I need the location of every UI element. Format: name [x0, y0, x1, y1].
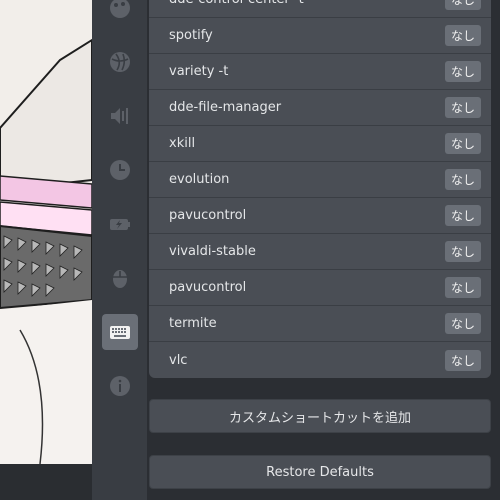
datetime-icon[interactable] [102, 152, 138, 188]
shortcut-row[interactable]: variety -t なし [149, 54, 491, 90]
wallpaper-artwork [0, 38, 92, 465]
restore-defaults-button[interactable]: Restore Defaults [149, 455, 491, 489]
shortcut-list: dde-control-center -tなしspotifyなしvariety … [149, 0, 491, 378]
shortcut-row[interactable]: dde-file-manager なし [149, 90, 491, 126]
shortcut-name: variety -t [169, 64, 229, 79]
shortcut-row[interactable]: spotify なし [149, 18, 491, 54]
shortcut-row[interactable]: evolution なし [149, 162, 491, 198]
shortcut-row[interactable]: vlc なし [149, 342, 491, 378]
sound-icon[interactable] [102, 98, 138, 134]
shortcut-name: dde-file-manager [169, 100, 282, 115]
mouse-icon[interactable] [102, 260, 138, 296]
shortcut-row[interactable]: termite なし [149, 306, 491, 342]
shortcut-name: vivaldi-stable [169, 244, 256, 259]
shortcut-row[interactable]: pavucontrol なし [149, 270, 491, 306]
shortcut-row[interactable]: dde-control-center -t なし [149, 0, 491, 18]
shortcut-name: vlc [169, 352, 188, 368]
shortcut-row[interactable]: pavucontrol なし [149, 198, 491, 234]
shortcut-key-badge[interactable]: なし [444, 61, 481, 82]
desktop-wallpaper [0, 0, 92, 500]
personalization-icon[interactable] [102, 0, 138, 26]
shortcut-key-badge[interactable]: なし [444, 277, 481, 298]
shortcut-row[interactable]: xkill なし [149, 126, 491, 162]
add-custom-shortcut-button[interactable]: カスタムショートカットを追加 [149, 399, 491, 433]
shortcut-key-badge[interactable]: なし [444, 349, 481, 371]
shortcut-name: pavucontrol [169, 208, 247, 223]
shortcut-panel: dde-control-center -tなしspotifyなしvariety … [147, 0, 500, 500]
info-icon[interactable] [102, 368, 138, 404]
shortcut-name: xkill [169, 136, 196, 151]
shortcut-key-badge[interactable]: なし [444, 313, 481, 334]
shortcut-name: termite [169, 316, 217, 331]
shortcut-key-badge[interactable]: なし [444, 241, 481, 262]
shortcut-key-badge[interactable]: なし [444, 133, 481, 154]
shortcut-name: spotify [169, 28, 213, 43]
shortcut-name: pavucontrol [169, 280, 247, 295]
shortcut-key-badge[interactable]: なし [444, 0, 481, 10]
shortcut-name: evolution [169, 172, 230, 187]
shortcut-row[interactable]: vivaldi-stable なし [149, 234, 491, 270]
shortcut-name: dde-control-center -t [169, 0, 304, 7]
network-icon[interactable] [102, 44, 138, 80]
desktop-bottom [0, 464, 92, 500]
shortcut-key-badge[interactable]: なし [444, 25, 481, 46]
shortcut-key-badge[interactable]: なし [444, 205, 481, 226]
power-icon[interactable] [102, 206, 138, 242]
shortcut-key-badge[interactable]: なし [444, 169, 481, 190]
sidebar [92, 0, 147, 500]
shortcut-key-badge[interactable]: なし [444, 97, 481, 118]
keyboard-icon[interactable] [102, 314, 138, 350]
